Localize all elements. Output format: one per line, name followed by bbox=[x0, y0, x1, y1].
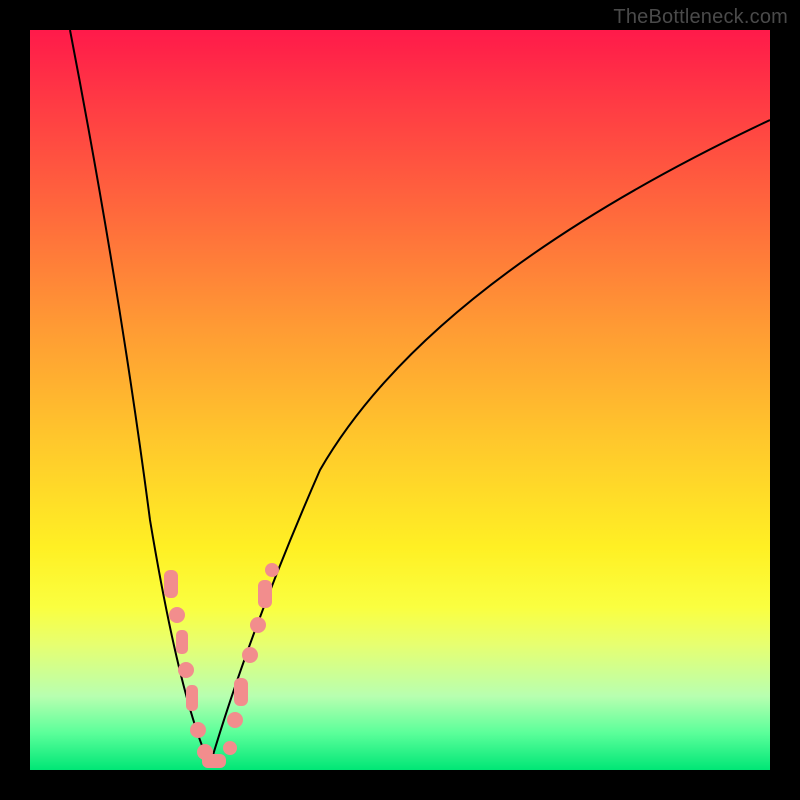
marker-point bbox=[164, 570, 178, 598]
marker-point bbox=[202, 754, 226, 768]
marker-point bbox=[186, 685, 198, 711]
marker-point bbox=[169, 607, 185, 623]
curve-right-branch bbox=[210, 120, 770, 765]
marker-point bbox=[258, 580, 272, 608]
marker-point bbox=[176, 630, 188, 654]
bottleneck-curve bbox=[30, 30, 770, 770]
marker-point bbox=[227, 712, 243, 728]
marker-point bbox=[234, 678, 248, 706]
marker-point bbox=[190, 722, 206, 738]
curve-left-branch bbox=[70, 30, 210, 765]
watermark-text: TheBottleneck.com bbox=[613, 6, 788, 29]
marker-point bbox=[242, 647, 258, 663]
marker-point bbox=[178, 662, 194, 678]
marker-point bbox=[250, 617, 266, 633]
marker-point bbox=[265, 563, 279, 577]
plot-area bbox=[30, 30, 770, 770]
marker-point bbox=[223, 741, 237, 755]
